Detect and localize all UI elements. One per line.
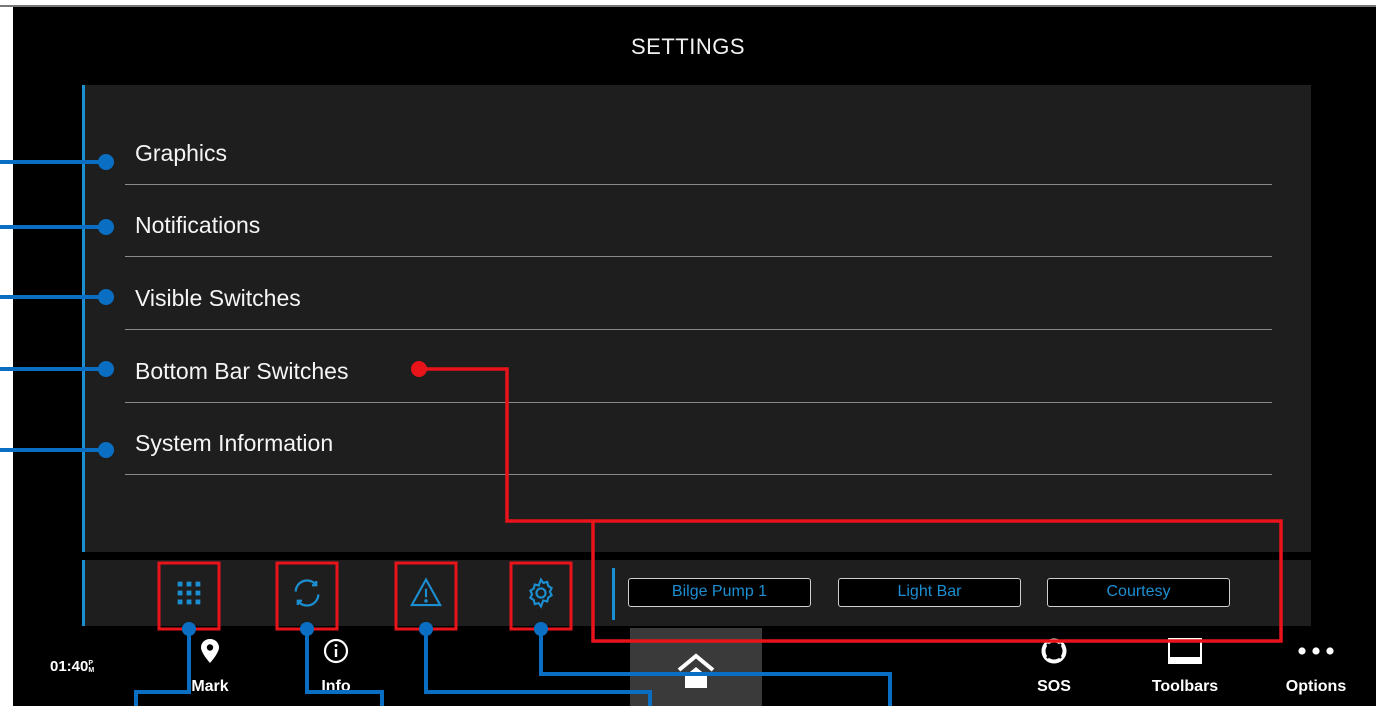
divider <box>125 256 1272 257</box>
nav-options[interactable]: Options <box>1276 636 1356 696</box>
nav-label: Options <box>1285 678 1347 695</box>
nav-label: SOS <box>1037 678 1071 695</box>
switch-light-bar[interactable]: Light Bar <box>838 578 1021 607</box>
menu-item-label: System Information <box>135 430 334 456</box>
clock-ampm-bottom: M <box>88 667 95 674</box>
nav-info[interactable]: Info <box>308 636 364 696</box>
toolbar-separator <box>612 568 615 620</box>
nav-toolbars[interactable]: Toolbars <box>1143 636 1227 696</box>
clock-ampm: PM <box>88 660 94 674</box>
switch-bilge-pump-1[interactable]: Bilge Pump 1 <box>628 578 811 607</box>
menu-item-label: Graphics <box>135 140 228 166</box>
menu-item-label: Visible Switches <box>135 285 301 311</box>
menu-item-label: Bottom Bar Switches <box>135 358 349 384</box>
menu-item-graphics[interactable]: Graphics <box>125 113 1272 185</box>
nav-label: Mark <box>191 678 229 695</box>
menu-item-visible-switches[interactable]: Visible Switches <box>125 258 1272 330</box>
page-title: SETTINGS <box>630 34 745 59</box>
menu-item-system-information[interactable]: System Information <box>125 403 1272 475</box>
divider <box>125 329 1272 330</box>
warning-icon[interactable] <box>399 566 453 620</box>
menu-item-notifications[interactable]: Notifications <box>125 185 1272 257</box>
divider <box>125 474 1272 475</box>
nav-label: Toolbars <box>1151 678 1219 695</box>
switch-courtesy[interactable]: Courtesy <box>1047 578 1230 607</box>
toolbars-icon <box>1143 636 1227 666</box>
nav-label: Info <box>321 678 351 695</box>
nav-sos[interactable]: SOS <box>1026 636 1082 696</box>
home-icon <box>677 653 715 688</box>
info-icon <box>308 636 364 666</box>
clock-time: 01:40 <box>50 658 89 675</box>
gear-icon[interactable] <box>514 566 568 620</box>
menu-item-bottom-bar-switches[interactable]: Bottom Bar Switches <box>125 331 1272 403</box>
lifebuoy-icon <box>1026 636 1082 666</box>
home-button[interactable] <box>630 628 762 706</box>
top-divider <box>0 5 1376 7</box>
location-pin-icon <box>182 636 238 666</box>
nav-mark[interactable]: Mark <box>182 636 238 696</box>
refresh-icon[interactable] <box>280 566 334 620</box>
more-dots-icon <box>1276 636 1356 666</box>
menu-item-label: Notifications <box>135 212 261 238</box>
grid-icon[interactable] <box>162 566 216 620</box>
clock-ampm-top: P <box>88 660 94 667</box>
clock: 01:40P M <box>50 658 94 675</box>
